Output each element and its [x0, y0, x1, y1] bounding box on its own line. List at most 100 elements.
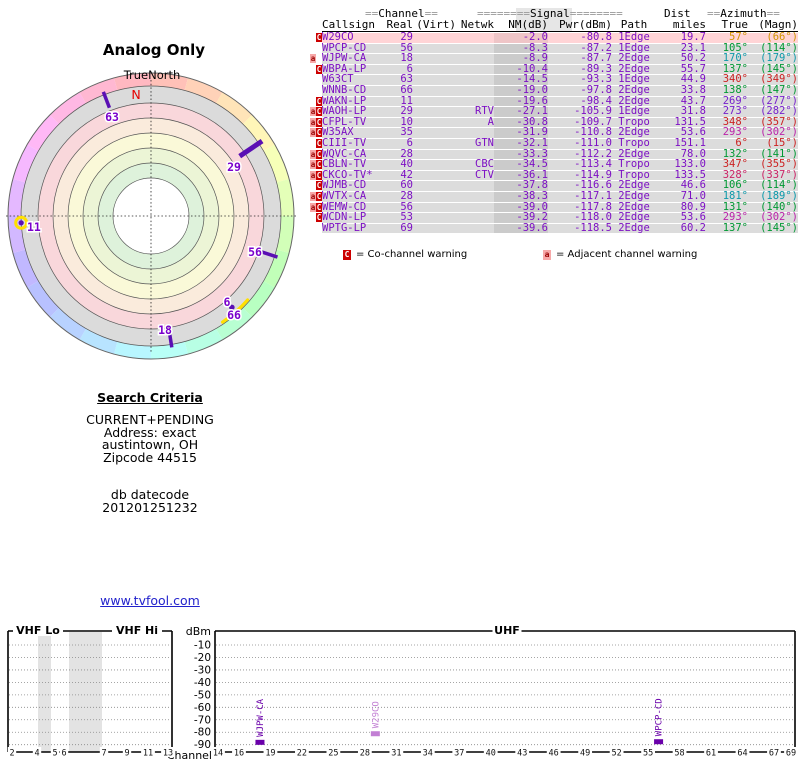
cell-netwk	[456, 181, 494, 191]
search-criteria-lines: CURRENT+PENDING Address: exact austintown,…	[0, 413, 300, 465]
cell-virt	[413, 54, 456, 64]
channel-tick-label: 61	[706, 749, 716, 759]
legend-co-channel-text: = Co-channel warning	[356, 249, 468, 261]
cell-netwk	[456, 75, 494, 85]
table-row: WPTG-LP 69 -39.6 -118.5 2Edge 60.2 137° (145°)	[310, 223, 800, 234]
channel-tick-label: 52	[611, 749, 621, 759]
channel-tick-label: 58	[674, 749, 684, 759]
vhf-hi-label: VHF Hi	[116, 624, 158, 637]
co-channel-warning-badge: C	[316, 138, 322, 148]
table-rows: C W29CO 29 -2.0 -80.8 1Edge 19.7 57° (66°) WPCP-C…	[310, 32, 800, 234]
column-header-callsign: Callsign	[322, 18, 375, 31]
signal-bar-label: W29CO	[371, 701, 381, 728]
cell-netwk	[456, 213, 494, 223]
cell-netwk	[456, 191, 494, 202]
channel-tick-label: 40	[486, 749, 496, 759]
co-channel-warning-badge: C	[316, 96, 322, 106]
tvfool-report-page: { "radar": { "title": "Analog Only", "or…	[0, 0, 800, 768]
channel-tick-label: 19	[265, 749, 275, 759]
cell-virt	[413, 128, 456, 138]
criteria-line: Zipcode 44515	[103, 449, 197, 465]
spectrum-chart: VHF Lo VHF Hi UHF dBm -10-20-30-40-50-60-70-…	[7, 624, 798, 762]
table-column-headers: Callsign Real (Virt) Netwk NM(dB) Pwr(dBm) Pat…	[322, 19, 798, 32]
warning-cell: aC	[310, 160, 322, 170]
cell-virt	[413, 75, 456, 85]
co-channel-warning-badge: C	[316, 202, 322, 212]
legend-adjacent-channel-text: = Adjacent channel warning	[556, 249, 698, 261]
signal-dot	[18, 220, 24, 226]
db-datecode-line: 201201251232	[102, 499, 198, 515]
co-channel-warning-badge: C	[316, 149, 322, 159]
channel-tick-label: 2	[9, 749, 14, 759]
cell-netwk	[456, 202, 494, 213]
co-channel-warning-badge: C	[316, 170, 322, 180]
truenorth-label: TrueNorth	[123, 68, 181, 82]
cell-virt	[413, 213, 456, 223]
dbm-tick-label: -30	[194, 664, 211, 676]
cell-virt	[413, 85, 456, 96]
column-header-pwr: Pwr(dBm)	[559, 18, 612, 31]
cell-path: 2Edge	[612, 223, 656, 234]
tvfool-link[interactable]: www.tvfool.com	[100, 593, 200, 608]
cell-virt	[413, 170, 456, 181]
cell-pwr: -118.5	[548, 223, 612, 234]
co-channel-warning-badge: C	[316, 181, 322, 191]
channel-tick-label: 49	[580, 749, 590, 759]
channel-tick-label: 16	[234, 749, 244, 759]
channel-tick-label: 64	[737, 749, 747, 759]
search-criteria: Search Criteria CURRENT+PENDING Address: …	[0, 390, 300, 515]
co-channel-warning-badge: C	[316, 117, 322, 127]
channel-tick-label: 55	[643, 749, 653, 759]
warning-cell: aC	[310, 202, 322, 213]
cell-virt	[413, 117, 456, 128]
warning-cell: C	[310, 96, 322, 107]
warning-cell: aC	[310, 191, 322, 202]
cell-magn: (145°)	[748, 223, 798, 234]
dbm-tick-label: -60	[194, 702, 211, 714]
spectrum-gap-band	[38, 632, 51, 752]
column-header-real: Real	[386, 18, 414, 31]
channel-tick-label: 5	[52, 749, 57, 759]
cell-nm: -39.6	[494, 223, 548, 234]
dbm-tick-label: -10	[194, 640, 211, 652]
column-header-magn: (Magn)	[758, 18, 798, 31]
channel-tick-label: 34	[423, 749, 433, 759]
adjacent-warning-badge: a	[310, 54, 316, 64]
signal-bar	[370, 731, 380, 737]
table-row: a C W35AX 35 -31.9 -110.8 2Edge 53.6 293° (302°)	[310, 127, 800, 138]
cell-virt	[413, 107, 456, 117]
channel-label: 56	[248, 245, 262, 259]
cell-virt	[413, 138, 456, 149]
channel-label: 29	[227, 160, 241, 174]
cell-virt	[413, 191, 456, 202]
channel-tick-label: 4	[34, 749, 39, 759]
warning-cell: C	[310, 181, 322, 191]
dbm-axis-title: dBm	[186, 625, 211, 638]
column-header-netwk: Netwk	[460, 18, 494, 31]
cell-virt	[413, 202, 456, 213]
adjacent-channel-badge: a	[543, 249, 551, 260]
channel-tick-label: 14	[213, 749, 223, 759]
cell-netwk	[456, 85, 494, 96]
co-channel-warning-badge: C	[316, 191, 322, 201]
dbm-tick-label: -40	[194, 677, 211, 689]
warning-cell: aC	[310, 149, 322, 160]
db-datecode: db datecode 201201251232	[0, 489, 300, 514]
legend-co-channel: C = Co-channel warning	[343, 249, 467, 260]
column-header-miles: miles	[672, 18, 706, 31]
channel-tick-label: 11	[143, 749, 153, 759]
cell-callsign: WPTG-LP	[322, 223, 377, 234]
table-legend: C = Co-channel warning a = Adjacent chan…	[310, 249, 800, 263]
channel-tick-label: 31	[391, 749, 401, 759]
co-channel-warning-badge: C	[316, 128, 322, 138]
station-table: ==Channel== ========Signal======== Dist …	[310, 8, 800, 263]
column-header-path: Path	[620, 18, 648, 31]
channel-tick-label: 28	[360, 749, 370, 759]
channel-tick-label: 22	[297, 749, 307, 759]
cell-virt	[413, 223, 456, 234]
warning-cell	[310, 75, 322, 85]
co-channel-warning-badge: C	[316, 33, 322, 42]
channel-label: 11	[27, 220, 41, 234]
cell-real: 69	[377, 223, 413, 234]
signal-bar-label: WPCP-CD	[655, 698, 665, 736]
